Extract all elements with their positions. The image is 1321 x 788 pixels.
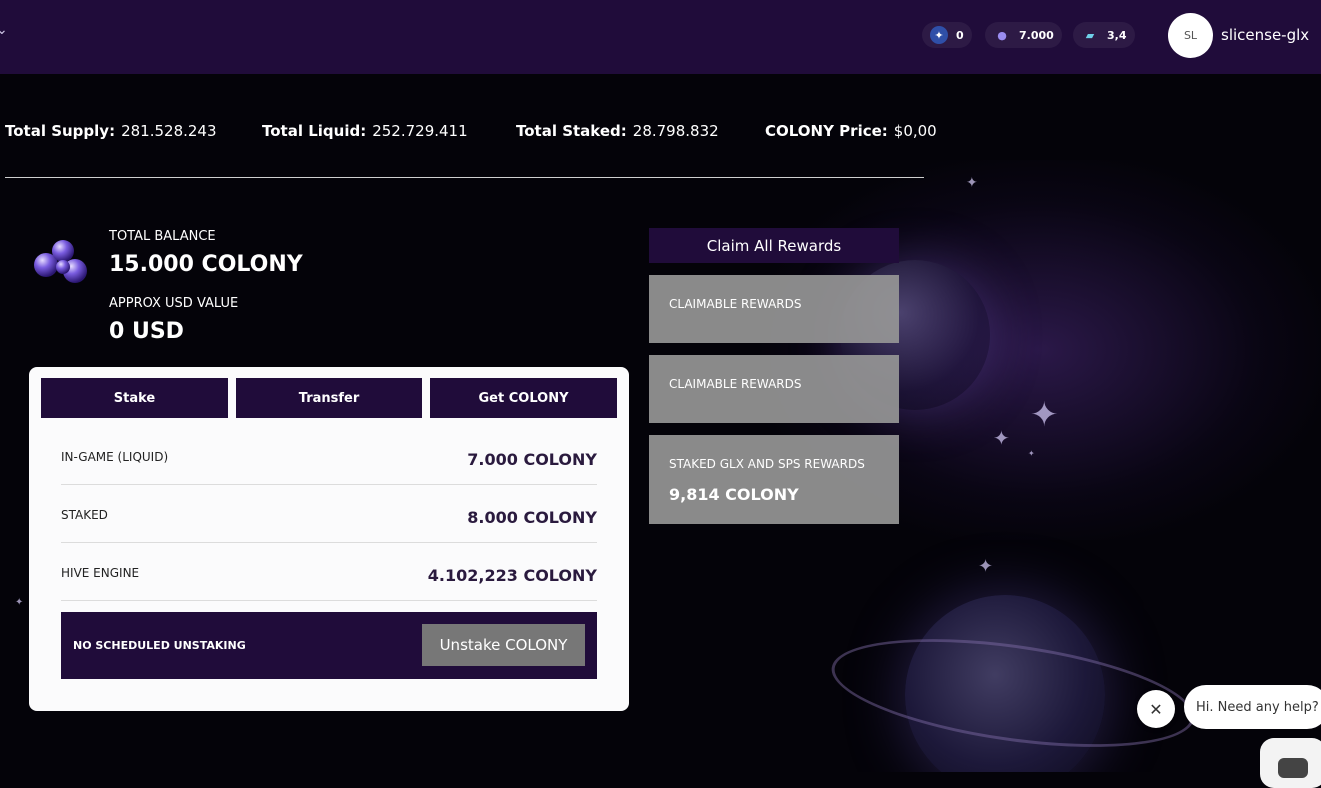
holding-value: 7.000 COLONY xyxy=(467,450,597,469)
holding-label: HIVE ENGINE xyxy=(61,566,140,580)
username[interactable]: slicense-glx xyxy=(1221,26,1309,44)
currency-value: 7.000 xyxy=(1019,28,1054,42)
reward-value: 9,814 COLONY xyxy=(669,485,799,504)
reward-title: CLAIMABLE REWARDS xyxy=(669,297,802,311)
stat-label: Total Staked: xyxy=(516,122,627,140)
unstaking-status: NO SCHEDULED UNSTAKING xyxy=(73,639,246,652)
stat-colony-price: COLONY Price: $0,00 xyxy=(765,122,937,140)
wallet-card: Stake Transfer Get COLONY IN-GAME (LIQUI… xyxy=(29,367,629,711)
chat-greeting-bubble[interactable]: Hi. Need any help? xyxy=(1184,685,1321,729)
holding-label: IN-GAME (LIQUID) xyxy=(61,450,169,464)
currency-value: 3,4 xyxy=(1107,28,1127,42)
usd-value: 0 USD xyxy=(109,319,184,344)
colony-crystal-icon: ● xyxy=(997,28,1007,42)
total-balance-label: TOTAL BALANCE xyxy=(109,229,216,244)
claim-all-rewards-button[interactable]: Claim All Rewards xyxy=(649,228,899,263)
holding-row-hive-engine: HIVE ENGINE 4.102,223 COLONY xyxy=(61,542,597,601)
reward-title: STAKED GLX AND SPS REWARDS xyxy=(669,457,865,471)
reward-card-claimable-1[interactable]: CLAIMABLE REWARDS xyxy=(649,275,899,343)
holding-row-liquid: IN-GAME (LIQUID) 7.000 COLONY xyxy=(61,426,597,485)
top-bar: ⌄ ✦ 0 ● 7.000 ▰ 3,4 SL slicense-glx xyxy=(0,0,1321,74)
close-icon[interactable]: ✕ xyxy=(1137,690,1175,728)
stat-value: $0,00 xyxy=(893,122,937,140)
avatar[interactable]: SL xyxy=(1168,13,1213,58)
unstake-colony-button[interactable]: Unstake COLONY xyxy=(422,624,585,666)
reward-title: CLAIMABLE REWARDS xyxy=(669,377,802,391)
stat-label: Total Liquid: xyxy=(262,122,367,140)
holding-value: 8.000 COLONY xyxy=(467,508,597,527)
divider xyxy=(5,177,924,178)
reward-card-claimable-2[interactable]: CLAIMABLE REWARDS xyxy=(649,355,899,423)
stat-total-staked: Total Staked: 28.798.832 xyxy=(516,122,719,140)
transfer-button[interactable]: Transfer xyxy=(236,378,422,418)
chat-launcher-button[interactable] xyxy=(1260,738,1321,788)
colony-crystal-icon xyxy=(34,240,87,283)
chat-icon xyxy=(1278,758,1308,778)
stat-value: 28.798.832 xyxy=(632,122,719,140)
unstaking-panel: NO SCHEDULED UNSTAKING Unstake COLONY xyxy=(61,612,597,679)
reward-card-staked[interactable]: STAKED GLX AND SPS REWARDS 9,814 COLONY xyxy=(649,435,899,524)
get-colony-button[interactable]: Get COLONY xyxy=(430,378,617,418)
stat-total-liquid: Total Liquid: 252.729.411 xyxy=(262,122,468,140)
stat-label: COLONY Price: xyxy=(765,122,888,140)
holding-label: STAKED xyxy=(61,508,108,522)
currency-energy[interactable]: ▰ 3,4 xyxy=(1073,22,1135,48)
stat-value: 281.528.243 xyxy=(121,122,217,140)
usd-value-label: APPROX USD VALUE xyxy=(109,296,239,311)
stat-value: 252.729.411 xyxy=(372,122,468,140)
stat-label: Total Supply: xyxy=(5,122,116,140)
stat-total-supply: Total Supply: 281.528.243 xyxy=(5,122,217,140)
energy-capsule-icon: ▰ xyxy=(1085,28,1095,42)
holding-value: 4.102,223 COLONY xyxy=(427,566,597,585)
currency-value: 0 xyxy=(956,28,964,42)
holding-row-staked: STAKED 8.000 COLONY xyxy=(61,484,597,543)
chevron-down-icon[interactable]: ⌄ xyxy=(0,22,8,38)
currency-stardust[interactable]: ✦ 0 xyxy=(922,22,972,48)
currency-colony[interactable]: ● 7.000 xyxy=(985,22,1062,48)
stake-button[interactable]: Stake xyxy=(41,378,228,418)
star-compass-icon: ✦ xyxy=(930,26,948,44)
total-balance-value: 15.000 COLONY xyxy=(109,252,303,277)
